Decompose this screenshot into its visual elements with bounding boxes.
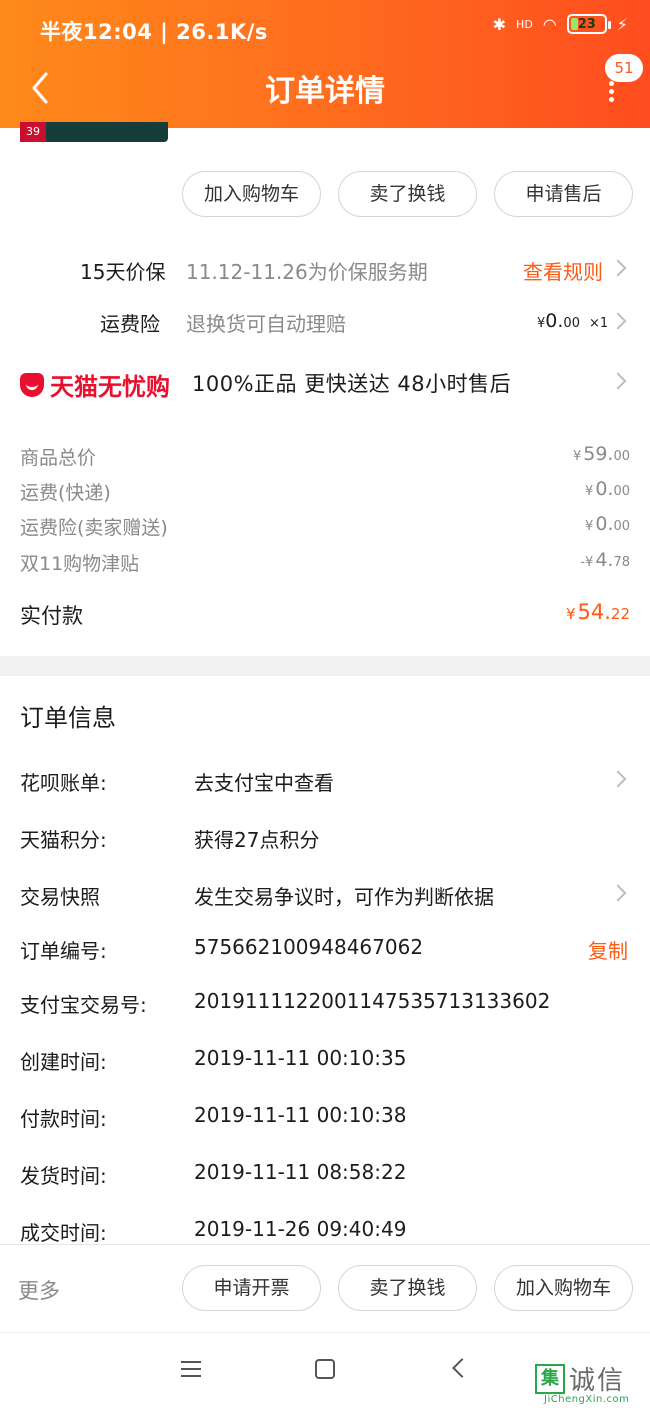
alipay-trade-no-label: 支付宝交易号: <box>20 993 147 1017</box>
tmall-points-label: 天猫积分: <box>20 828 107 852</box>
status-time-speed: 半夜12:04 | 26.1K/s <box>40 20 268 44</box>
after-sale-button[interactable]: 申请售后 <box>494 171 633 217</box>
goods-total-value: ¥59.00 <box>572 443 630 465</box>
order-number-value: 575662100948467062 <box>194 935 424 959</box>
more-menu-icon[interactable] <box>600 78 622 108</box>
amount-paid-label: 实付款 <box>20 604 83 628</box>
shipping-insurance-fee-value: ¥0.00 <box>585 513 630 535</box>
recent-apps-icon[interactable] <box>181 1361 201 1379</box>
deal-time-label: 成交时间: <box>20 1221 107 1245</box>
shipped-time-label: 发货时间: <box>20 1164 107 1188</box>
sell-for-cash-button[interactable]: 卖了换钱 <box>338 171 477 217</box>
copy-order-number-button[interactable]: 复制 <box>588 935 628 964</box>
bluetooth-icon: ✱ <box>492 14 507 34</box>
order-number-label: 订单编号: <box>20 939 107 963</box>
tmall-cat-icon <box>20 372 44 397</box>
tmall-logo: 天猫无忧购 <box>20 367 170 402</box>
price-protect-text: 11.12-11.26为价保服务期 <box>186 260 428 284</box>
chevron-right-icon[interactable] <box>609 312 627 330</box>
shipping-insurance-label: 运费险 <box>100 312 160 336</box>
more-button[interactable]: 更多 <box>18 1275 60 1305</box>
amount-paid-value: ¥54.22 <box>565 600 630 624</box>
view-rules-link[interactable]: 查看规则 <box>523 256 603 285</box>
paid-time-label: 付款时间: <box>20 1107 107 1131</box>
alipay-trade-no-value: 2019111122001147535713133602 <box>194 989 551 1013</box>
bottom-action-bar: 更多 申请开票 卖了换钱 加入购物车 <box>0 1244 650 1332</box>
tmall-points-value: 获得27点积分 <box>194 828 320 852</box>
add-to-cart-button[interactable]: 加入购物车 <box>182 171 321 217</box>
chevron-right-icon[interactable] <box>609 884 627 902</box>
system-back-icon[interactable] <box>452 1358 472 1378</box>
created-time-label: 创建时间: <box>20 1050 107 1074</box>
price-protect-label: 15天价保 <box>80 260 166 284</box>
watermark-url: JiChengXin.com <box>544 1394 630 1405</box>
request-invoice-button[interactable]: 申请开票 <box>182 1265 321 1311</box>
order-info-title: 订单信息 <box>20 704 116 732</box>
charging-icon: ⚡ <box>616 14 628 34</box>
paid-time-value: 2019-11-11 00:10:38 <box>194 1103 407 1127</box>
header-bar: 半夜12:04 | 26.1K/s ✱ HD ◠ 23 ⚡ 订单详情 51 <box>0 0 650 128</box>
shipping-insurance-text: 退换货可自动理赔 <box>186 312 346 336</box>
add-to-cart-button-bottom[interactable]: 加入购物车 <box>494 1265 633 1311</box>
signal-icon: HD <box>516 17 533 31</box>
double11-allowance-value: -¥ 4.78 <box>580 549 630 571</box>
chevron-right-icon <box>609 259 627 277</box>
created-time-value: 2019-11-11 00:10:35 <box>194 1046 407 1070</box>
product-image[interactable]: 39 <box>20 122 168 142</box>
home-icon[interactable] <box>315 1359 335 1379</box>
status-bar: 半夜12:04 | 26.1K/s ✱ HD ◠ 23 ⚡ <box>0 0 650 60</box>
battery-icon: 23 <box>566 14 611 34</box>
deal-time-value: 2019-11-26 09:40:49 <box>194 1217 407 1241</box>
shipping-fee-value: ¥0.00 <box>585 478 630 500</box>
wifi-icon: ◠ <box>542 14 557 34</box>
trade-snapshot-label[interactable]: 交易快照 <box>20 881 100 910</box>
chevron-right-icon[interactable] <box>609 372 627 390</box>
tmall-guarantee-text[interactable]: 100%正品 更快送达 48小时售后 <box>192 368 511 398</box>
status-icons: ✱ HD ◠ 23 ⚡ <box>493 14 628 34</box>
chevron-right-icon[interactable] <box>609 770 627 788</box>
goods-total-label: 商品总价 <box>20 447 97 469</box>
sell-for-cash-button-bottom[interactable]: 卖了换钱 <box>338 1265 477 1311</box>
trade-snapshot-value[interactable]: 发生交易争议时，可作为判断依据 <box>194 881 494 910</box>
huabei-bill-value[interactable]: 去支付宝中查看 <box>194 767 334 796</box>
section-divider <box>0 656 650 676</box>
shipping-fee-label: 运费(快递) <box>20 482 111 504</box>
double11-allowance-label: 双11购物津贴 <box>20 553 140 575</box>
watermark-logo: 集 诚信 <box>535 1360 625 1397</box>
huabei-bill-label: 花呗账单: <box>20 771 107 795</box>
shipping-insurance-amount: ¥0.00 ×1 <box>537 310 609 332</box>
shipping-insurance-fee-label: 运费险(卖家赠送) <box>20 517 168 539</box>
page-title: 订单详情 <box>265 74 385 109</box>
shipped-time-value: 2019-11-11 08:58:22 <box>194 1160 407 1184</box>
